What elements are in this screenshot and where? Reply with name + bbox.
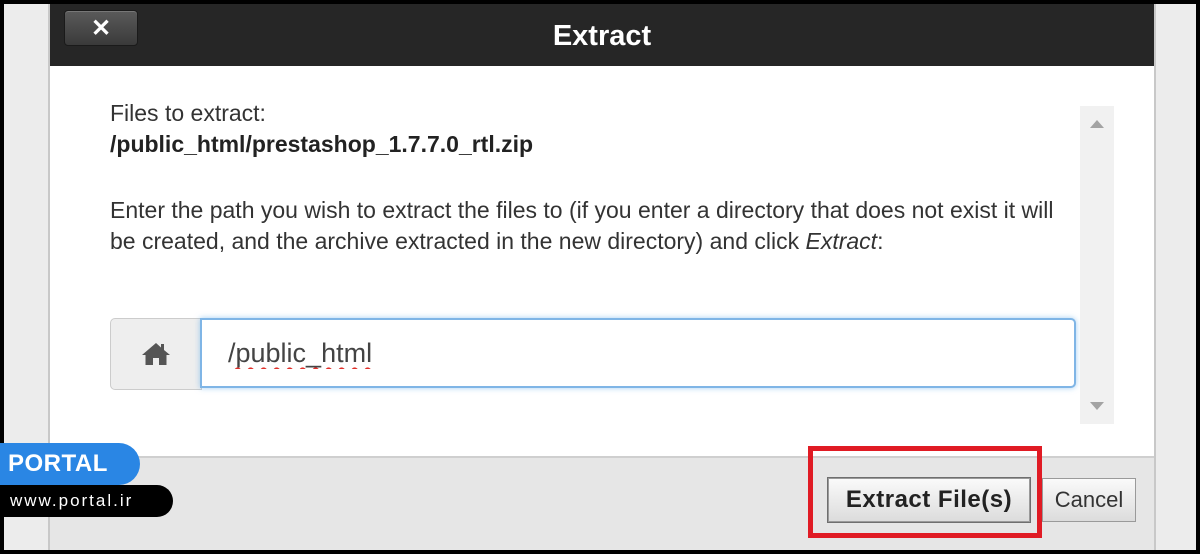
extract-dialog: Extract ✕ Files to extract: /public_html… xyxy=(48,4,1156,550)
files-to-extract-path: /public_html/prestashop_1.7.7.0_rtl.zip xyxy=(110,131,534,157)
path-input-group xyxy=(110,318,1078,390)
path-input-addon xyxy=(110,318,202,390)
extract-instructions: Enter the path you wish to extract the f… xyxy=(110,195,1080,257)
extract-files-button[interactable]: Extract File(s) xyxy=(828,478,1030,522)
screenshot-frame: Extract ✕ Files to extract: /public_html… xyxy=(4,4,1196,550)
files-to-extract-label: Files to extract: xyxy=(110,100,266,126)
instructions-extract-emphasis: Extract xyxy=(805,228,878,254)
close-button[interactable]: ✕ xyxy=(64,10,138,46)
dialog-titlebar: Extract ✕ xyxy=(50,4,1154,66)
home-icon xyxy=(142,343,170,365)
dialog-footer: Extract File(s) Cancel xyxy=(50,456,1154,550)
watermark-url: www.portal.ir xyxy=(0,485,173,517)
watermark-brand: PORTAL xyxy=(0,443,140,485)
dialog-title: Extract xyxy=(552,20,652,52)
content-scrollbar[interactable] xyxy=(1080,106,1114,424)
instructions-text: Enter the path you wish to extract the f… xyxy=(110,197,1054,254)
cancel-button[interactable]: Cancel xyxy=(1042,478,1136,522)
scroll-down-arrow-icon[interactable] xyxy=(1090,402,1104,410)
close-icon: ✕ xyxy=(90,14,112,42)
dialog-body: Files to extract: /public_html/prestasho… xyxy=(50,66,1154,456)
extract-path-input[interactable] xyxy=(200,318,1076,388)
instructions-colon: : xyxy=(877,228,884,254)
scroll-up-arrow-icon[interactable] xyxy=(1090,120,1104,128)
dialog-content: Files to extract: /public_html/prestasho… xyxy=(110,98,1080,257)
